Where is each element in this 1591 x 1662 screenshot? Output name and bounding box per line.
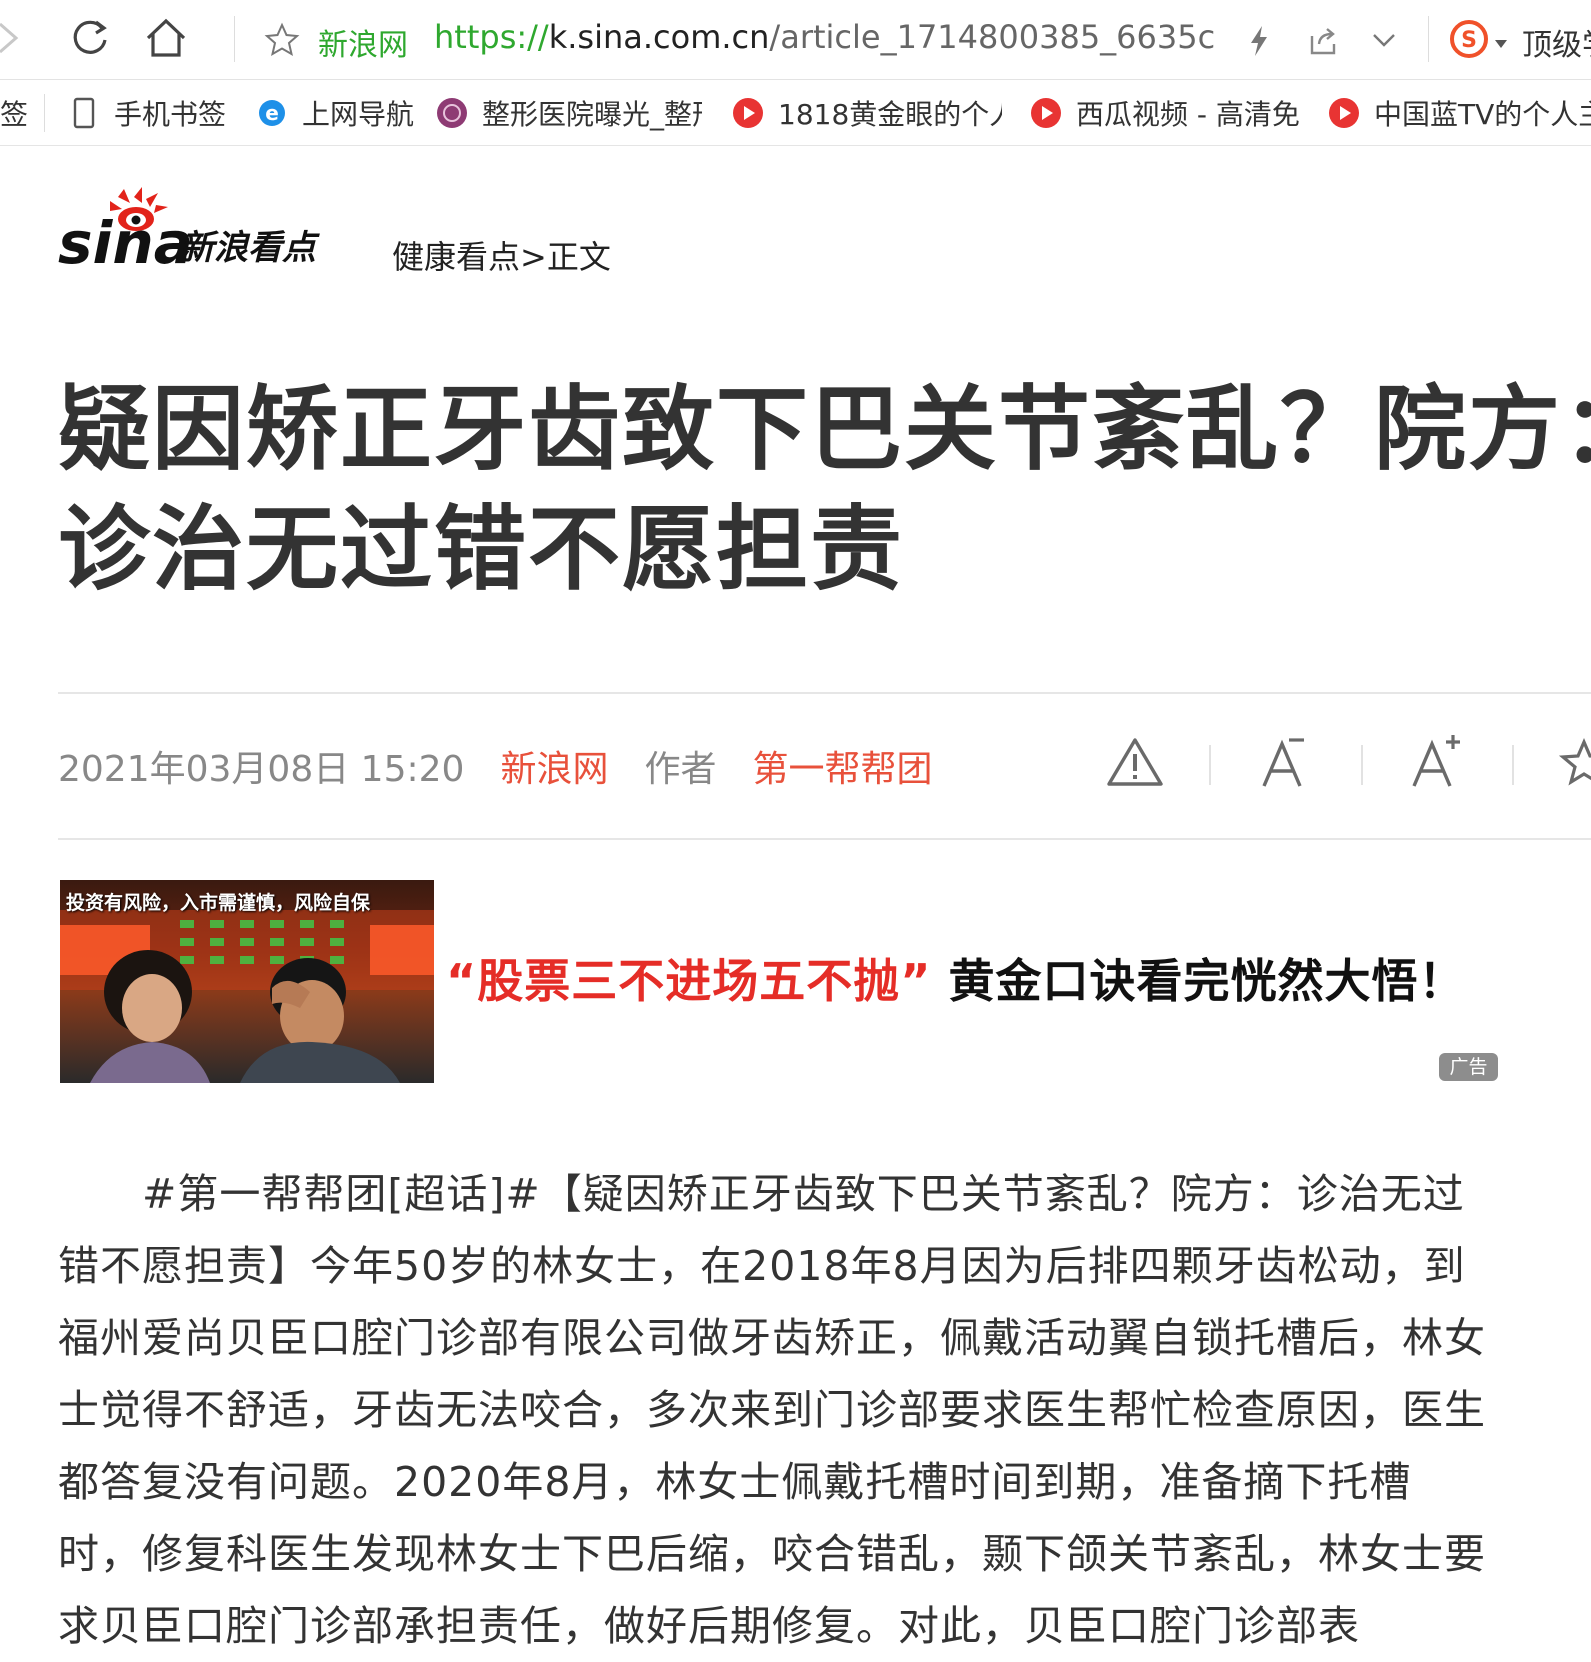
clinic-logo-icon [436, 97, 468, 129]
ie-icon: e [256, 97, 288, 129]
author-link[interactable]: 第一帮帮团 [752, 740, 932, 792]
bookmark-item[interactable]: 签 [0, 92, 30, 134]
bookmarks-bar: 签 手机书签 e 上网导航 整形医院曝光_整形 1818黄金眼的个人 西瓜视频 … [0, 80, 1591, 146]
sina-kandian-logo[interactable]: sina 新浪看点 [58, 185, 370, 285]
url-scheme: https:// [434, 18, 549, 56]
bookmark-item[interactable]: 整形医院曝光_整形 [436, 92, 702, 134]
bookmark-label: 手机书签 [114, 98, 227, 131]
svg-text:e: e [265, 101, 279, 125]
article-meta: 2021年03月08日 15:20 新浪网 作者 第一帮帮团 [58, 740, 932, 792]
article-body: #第一帮帮团[超话]#【疑因矫正牙齿致下巴关节紊乱？院方：诊治无过错不愿担责】今… [58, 1170, 1486, 1650]
breadcrumb[interactable]: 健康看点>正文 [392, 232, 611, 278]
logo-chinese: 新浪看点 [180, 228, 320, 268]
site-identity[interactable]: 新浪网 [318, 20, 408, 64]
extension-label[interactable]: 顶级学 [1522, 20, 1591, 64]
browser-toolbar: 新浪网 https://k.sina.com.cn/article_171480… [0, 0, 1591, 80]
divider [58, 692, 1591, 694]
svg-text:S: S [1461, 28, 1477, 53]
sogou-search-icon[interactable]: S [1448, 18, 1490, 60]
address-bar[interactable]: https://k.sina.com.cn/article_1714800385… [434, 18, 1214, 56]
article-headline: 疑因矫正牙齿致下巴关节紊乱？院方：诊治无过错不愿担责 [58, 376, 1591, 603]
bookmark-item[interactable]: e 上网导航 [256, 92, 424, 134]
video-play-icon [732, 97, 764, 129]
share-icon[interactable] [1306, 24, 1340, 58]
bookmark-item[interactable]: 西瓜视频 - 高清免 [1030, 92, 1300, 134]
ad-headline-red: “股票三不进场五不抛” [446, 954, 932, 1008]
bookmark-label: 整形医院曝光_整形 [482, 98, 702, 131]
bookmark-item[interactable]: 1818黄金眼的个人 [732, 92, 1002, 134]
phone-icon [68, 97, 100, 129]
video-play-icon [1030, 97, 1062, 129]
forward-icon[interactable] [0, 14, 30, 62]
chevron-down-icon[interactable] [1370, 28, 1398, 52]
font-increase-icon[interactable] [1406, 734, 1466, 790]
author-label: 作者 [644, 749, 717, 790]
logo-wordmark: sina [58, 209, 193, 277]
ad-headline-black: 黄金口诀看完恍然大悟！ [948, 954, 1466, 1008]
publish-date: 2021年03月08日 15:20 [58, 749, 465, 790]
reload-icon[interactable] [66, 14, 114, 62]
bookmark-label: 西瓜视频 - 高清免 [1076, 98, 1300, 131]
favorite-star-icon[interactable] [1556, 734, 1591, 790]
bookmark-label: 1818黄金眼的个人 [778, 98, 1002, 131]
ad-headline[interactable]: “股票三不进场五不抛” 黄金口诀看完恍然大悟！ [446, 945, 1465, 1011]
bookmark-item[interactable]: 手机书签 [68, 92, 238, 134]
report-icon[interactable] [1105, 734, 1165, 790]
source-link[interactable]: 新浪网 [500, 740, 608, 792]
bookmark-star-icon[interactable] [264, 22, 300, 58]
bookmark-item[interactable]: 中国蓝TV的个人主 [1328, 92, 1591, 134]
lightning-icon[interactable] [1246, 24, 1272, 58]
ad-image[interactable]: 投资有风险，入市需谨慎，风险自保 [60, 880, 434, 1083]
tool-divider [1209, 745, 1211, 785]
tool-divider [1512, 745, 1514, 785]
url-path: /article_1714800385_6635c7010 [769, 18, 1214, 56]
toolbar-divider [234, 16, 235, 62]
font-decrease-icon[interactable] [1256, 734, 1316, 790]
divider [58, 838, 1591, 840]
ad-badge: 广告 [1439, 1053, 1498, 1081]
url-host: k.sina.com.cn [548, 18, 770, 56]
home-icon[interactable] [142, 14, 190, 62]
tool-divider [1361, 745, 1363, 785]
bookmark-label: 上网导航 [302, 98, 415, 131]
bookmark-label: 签 [0, 98, 29, 131]
bookmark-divider [44, 94, 45, 132]
toolbar-divider [1428, 16, 1429, 62]
caret-down-icon[interactable] [1494, 34, 1508, 48]
ad-image-caption: 投资有风险，入市需谨慎，风险自保 [66, 892, 371, 914]
bookmark-label: 中国蓝TV的个人主 [1374, 98, 1591, 131]
video-play-icon [1328, 97, 1360, 129]
